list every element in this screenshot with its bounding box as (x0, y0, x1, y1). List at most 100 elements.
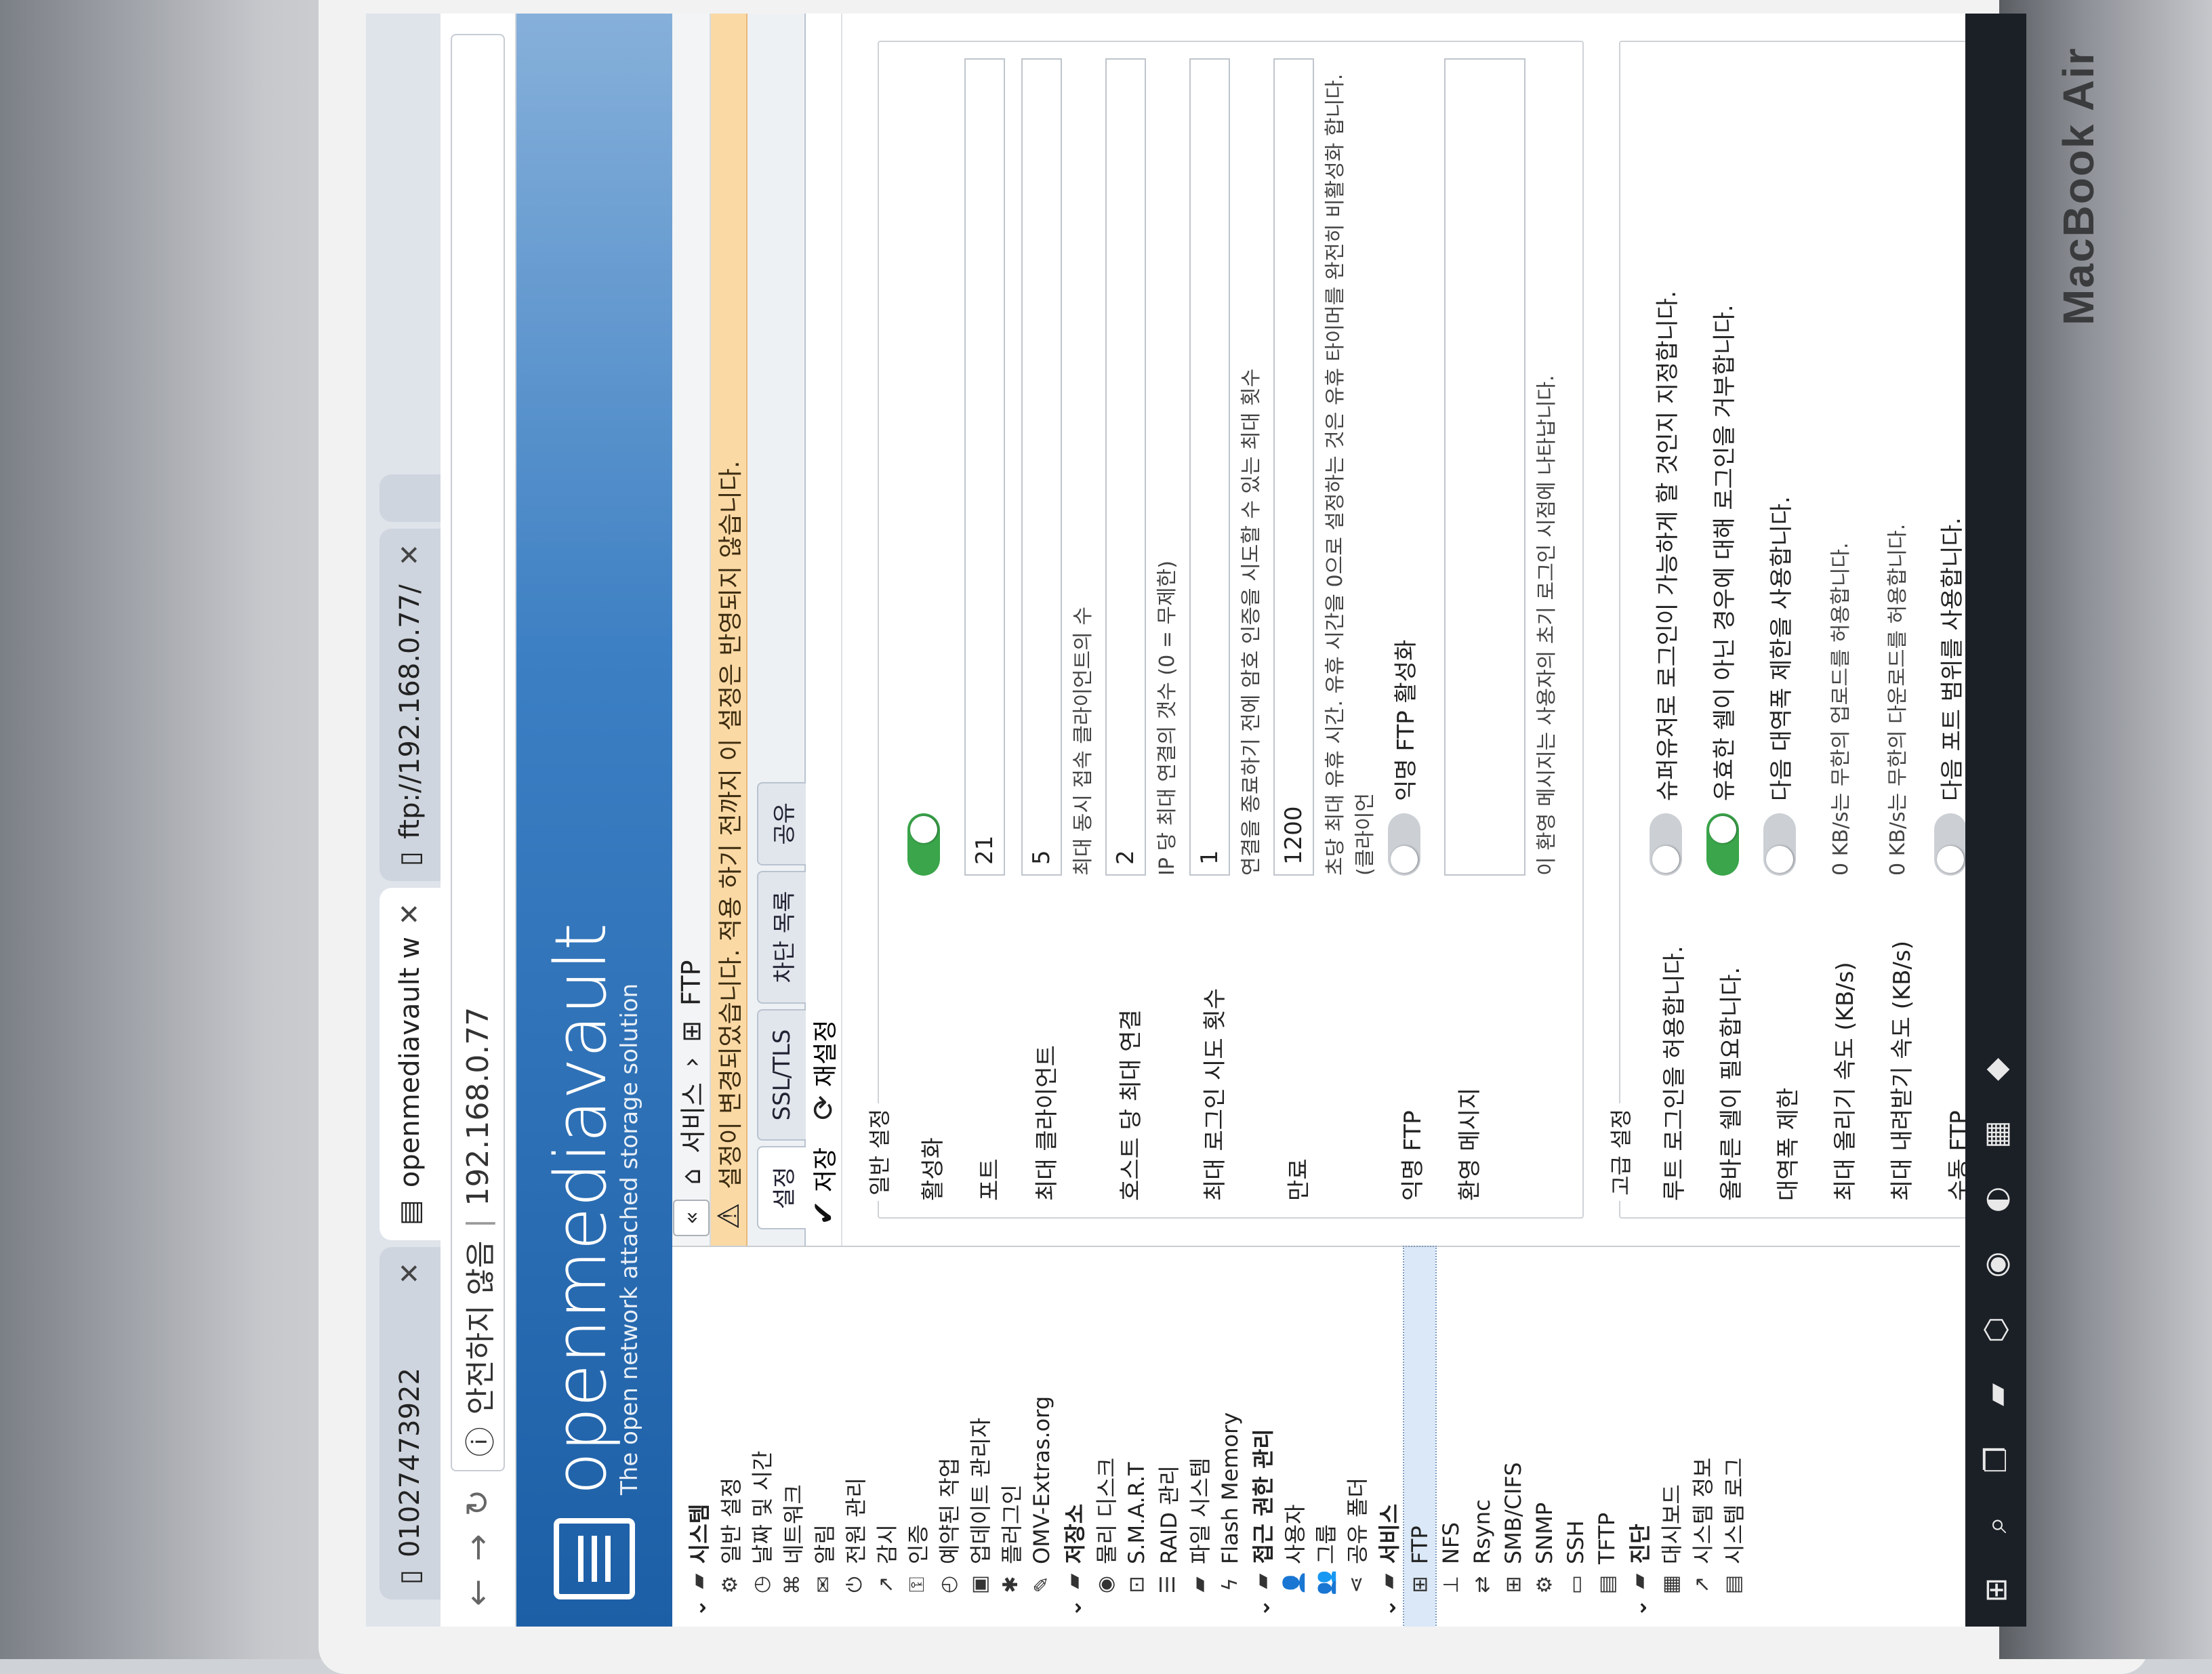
power-icon: ⏻ (842, 1576, 867, 1593)
browser-tab[interactable]: ▯ 01027473922 ✕ (380, 1247, 441, 1599)
sidebar-item-ftp[interactable]: ⊞ FTP (1404, 1230, 1436, 1627)
sidebar-item-general[interactable]: ⚙ 일반 설정 (714, 1247, 745, 1627)
sidebar-item-omv-extras[interactable]: ✎ OMV-Extras.org (1026, 1247, 1057, 1627)
max-login-label: 최대 로그인 시도 횟수 (1202, 988, 1229, 1201)
sidebar-item-power[interactable]: ⏻ 전원 관리 (839, 1247, 870, 1627)
store-icon[interactable]: ⬡ (1975, 1309, 2016, 1350)
sidebar-item-ssh[interactable]: ▭ SSH (1560, 1247, 1591, 1627)
sidebar-item-system-logs[interactable]: ▤ 시스템 로그 (1717, 1247, 1748, 1627)
upload-rate-hint: 0 KB/s는 무한의 업로드를 허용합니다. (1829, 542, 1853, 876)
bandwidth-text: 다음 대역폭 제한을 사용합니다. (1768, 496, 1795, 801)
sidebar-group-system[interactable]: ⌄ ▰ 시스템 (682, 1247, 714, 1627)
warning-icon: ⚠ (711, 1202, 746, 1229)
sidebar-item-network[interactable]: ⌘ 네트워크 (777, 1247, 808, 1627)
sidebar-item-datetime[interactable]: ◷ 날짜 및 시간 (745, 1247, 777, 1627)
sidebar-item-raid[interactable]: ☰ RAID 관리 (1152, 1247, 1183, 1627)
chart-icon: ↗ (874, 1576, 898, 1593)
sidebar-item-update-manager[interactable]: ▣ 업데이트 관리자 (964, 1247, 995, 1627)
windows-start-icon[interactable]: ⊞ (1975, 1570, 2016, 1610)
close-icon[interactable]: ✕ (394, 903, 426, 926)
sidebar-item-certificates[interactable]: ⚿ 인증 (901, 1247, 933, 1627)
timeout-input[interactable]: 1200 (1273, 58, 1314, 876)
sidebar-item-notification[interactable]: ✉ 알림 (808, 1247, 839, 1627)
tab-ssl-tls[interactable]: SSL/TLS (757, 1008, 806, 1141)
home-icon[interactable]: ⌂ (676, 1168, 706, 1185)
browser-tab[interactable]: ▯ ftp://192.168.0.77/ ✕ (380, 529, 441, 881)
anonymous-ftp-toggle[interactable] (1387, 813, 1420, 876)
enable-toggle[interactable] (907, 813, 940, 876)
back-icon[interactable]: ← (459, 1579, 497, 1606)
app-icon[interactable]: ▦ (1975, 1114, 2016, 1155)
puzzle-icon: ✱ (998, 1576, 1023, 1593)
passive-ftp-toggle[interactable] (1933, 813, 1967, 876)
sidebar-item-users[interactable]: 👤 사용자 (1278, 1247, 1309, 1627)
close-icon[interactable]: ✕ (394, 1262, 426, 1285)
reload-icon[interactable]: ↻ (459, 1489, 497, 1516)
tab-ban-list[interactable]: 차단 목록 (757, 870, 806, 1004)
sidebar-item-shared-folders[interactable]: ⋖ 공유 폴더 (1340, 1247, 1372, 1627)
sidebar-group-storage[interactable]: ⌄ ▰ 저장소 (1057, 1247, 1090, 1627)
tab-title: ftp://192.168.0.77/ (394, 584, 426, 839)
browser-tab-active[interactable]: ▤ openmediavault web ad ✕ (380, 888, 441, 1240)
new-tab-button[interactable] (380, 474, 441, 522)
root-login-text: 슈퍼유저로 로그인이 가능하게 할 것인지 지정합니다. (1654, 290, 1681, 801)
tab-settings[interactable]: 설정 (757, 1146, 806, 1229)
sidebar-item-flash-memory[interactable]: ϟ Flash Memory (1214, 1247, 1246, 1627)
bandwidth-toggle[interactable] (1763, 813, 1796, 876)
page-icon: ▯ (394, 851, 426, 866)
search-icon[interactable]: ⌕ (1975, 1505, 2016, 1545)
rsync-icon: ⇄ (1470, 1576, 1494, 1593)
valid-shell-toggle[interactable] (1706, 813, 1739, 876)
file-explorer-icon[interactable]: ▰ (1975, 1374, 2016, 1415)
app-icon[interactable]: ◐ (1975, 1179, 2016, 1220)
sidebar-item-snmp[interactable]: ⚙ SNMP (1529, 1247, 1560, 1627)
url-input[interactable]: ⓘ 안전하지 않음 | 192.168.0.77 (451, 34, 505, 1472)
chrome-icon[interactable]: ◉ (1975, 1244, 2016, 1285)
collapse-sidebar-button[interactable]: « (672, 1200, 710, 1236)
user-icon: 👤 (1282, 1570, 1306, 1595)
sidebar-item-nfs[interactable]: ⊥ NFS (1435, 1247, 1467, 1627)
tab-title: 01027473922 (394, 1368, 426, 1557)
sidebar-item-groups[interactable]: 👥 그룹 (1309, 1247, 1340, 1627)
separator: | (460, 1218, 495, 1229)
max-conn-host-input[interactable]: 2 (1105, 58, 1146, 876)
sidebar-item-scheduled-jobs[interactable]: ◴ 예약된 작업 (933, 1247, 964, 1627)
close-icon[interactable]: ✕ (394, 544, 426, 567)
port-input[interactable]: 21 (964, 58, 1005, 876)
sidebar-group-services[interactable]: ⌄ ▰ 서비스 (1372, 1247, 1404, 1627)
sidebar-item-disks[interactable]: ◉ 물리 디스크 (1090, 1247, 1121, 1627)
sidebar-item-smb[interactable]: ⊞ SMB/CIFS (1498, 1247, 1529, 1627)
welcome-message-hint: 이 환영 메시지는 사용자의 초기 로그인 시점에 나타납니다. (1535, 375, 1559, 876)
task-view-icon[interactable]: ❐ (1975, 1440, 2016, 1480)
root-login-toggle[interactable] (1649, 813, 1682, 876)
breadcrumb-parent[interactable]: 서비스 (672, 1082, 710, 1154)
sidebar-group-access-rights[interactable]: ⌄ ▰ 접근 권한 관리 (1246, 1247, 1278, 1627)
tab-shares[interactable]: 공유 (757, 782, 806, 865)
info-icon[interactable]: ⓘ (456, 1427, 499, 1456)
sidebar-item-smart[interactable]: ⊡ S.M.A.R.T (1121, 1247, 1152, 1627)
app-icon[interactable]: ◆ (1975, 1049, 2016, 1090)
reset-button[interactable]: ⟳ 재설정 (806, 1020, 841, 1120)
welcome-message-textarea[interactable] (1444, 58, 1525, 876)
folder-icon: ▰ (686, 1573, 710, 1589)
tab-title: openmediavault web ad (394, 937, 426, 1188)
sidebar-item-dashboard[interactable]: ▦ 대시보드 (1655, 1247, 1686, 1627)
sidebar-group-diagnostics[interactable]: ⌄ ▰ 진단 (1622, 1247, 1655, 1627)
page-icon: ▤ (394, 1200, 426, 1225)
download-rate-label: 최대 내려받기 속도 (KB/s) (1889, 941, 1916, 1201)
max-login-input[interactable]: 1 (1189, 58, 1230, 876)
forward-icon[interactable]: → (459, 1534, 497, 1561)
sidebar-item-tftp[interactable]: ▤ TFTP (1591, 1247, 1622, 1627)
sidebar-item-system-info[interactable]: ↗ 시스템 정보 (1686, 1247, 1717, 1627)
sidebar-item-filesystems[interactable]: ▰ 파일 시스템 (1183, 1247, 1214, 1627)
ftp-icon: ⊞ (1408, 1576, 1432, 1593)
browser-tab-bar: ▯ 01027473922 ✕ ▤ openmediavault web ad … (366, 14, 441, 1627)
mail-icon: ✉ (811, 1576, 836, 1593)
sidebar-item-plugins[interactable]: ✱ 플러그인 (995, 1247, 1026, 1627)
key-icon: ⚿ (905, 1576, 929, 1593)
max-clients-input[interactable]: 5 (1021, 58, 1062, 876)
save-button[interactable]: ✔ 저장 (806, 1147, 841, 1225)
sidebar-item-rsync[interactable]: ⇄ Rsync (1467, 1247, 1498, 1627)
folder-icon: ▰ (1061, 1573, 1086, 1589)
sidebar-item-monitoring[interactable]: ↗ 감시 (870, 1247, 901, 1627)
